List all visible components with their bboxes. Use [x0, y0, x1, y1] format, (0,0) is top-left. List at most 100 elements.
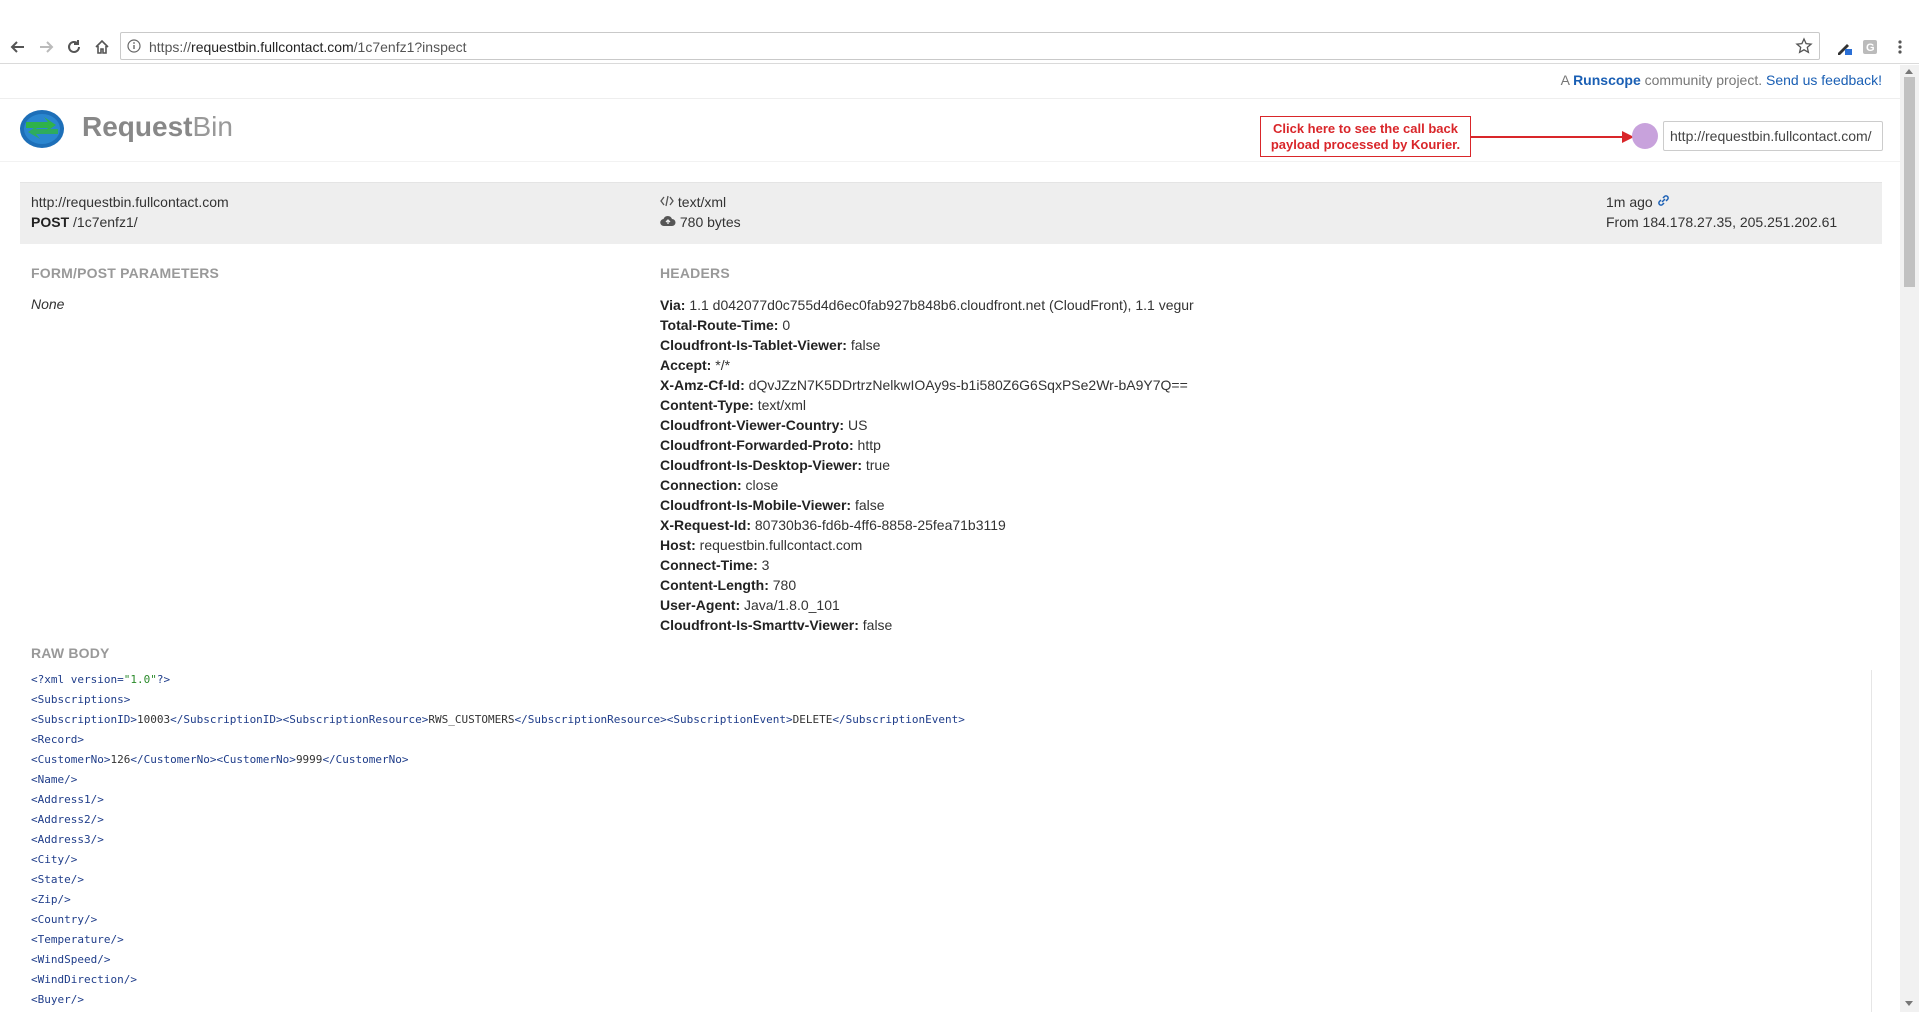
- xml-tag: <SubscriptionID>: [31, 713, 137, 726]
- bin-url-input[interactable]: http://requestbin.fullcontact.com/: [1663, 121, 1883, 151]
- header-bottom-divider: [0, 161, 1900, 162]
- header-value: 3: [761, 557, 770, 573]
- xml-line: <Country/>: [31, 910, 1871, 930]
- callout-annotation: Click here to see the call back payload …: [1260, 116, 1471, 157]
- header-value: 780: [772, 577, 797, 593]
- header-key: Cloudfront-Is-Desktop-Viewer:: [660, 457, 862, 473]
- menu-dots-icon[interactable]: [1890, 37, 1910, 57]
- xml-line: <Temperature/>: [31, 930, 1871, 950]
- header-value: http: [857, 437, 881, 453]
- browser-top-strip: [0, 0, 1919, 30]
- back-arrow-icon[interactable]: [6, 35, 30, 59]
- xml-tag: </CustomerNo>: [322, 753, 409, 766]
- header-key: Cloudfront-Is-Tablet-Viewer:: [660, 337, 847, 353]
- page-scrollbar[interactable]: [1900, 65, 1919, 1012]
- header-key: Cloudfront-Viewer-Country:: [660, 417, 845, 433]
- xml-line: <Address3/>: [31, 830, 1871, 850]
- header-value: false: [854, 497, 885, 513]
- page-content: A Runscope community project. Send us fe…: [0, 65, 1900, 1012]
- xml-lines: <Subscriptions> <SubscriptionID>10003 </Su…: [31, 690, 1871, 1010]
- summary-time: 1m ago: [1606, 194, 1670, 210]
- header-key: Via:: [660, 297, 686, 313]
- scroll-thumb[interactable]: [1904, 77, 1915, 287]
- time-value: 1m ago: [1606, 194, 1653, 210]
- svg-text:G: G: [1866, 42, 1875, 54]
- header-key: X-Amz-Cf-Id:: [660, 377, 745, 393]
- header-row: X-Amz-Cf-Id: dQvJZzN7K5DDrtrzNelkwIOAy9s…: [660, 375, 1660, 395]
- header-divider: [0, 98, 1900, 99]
- raw-body-block: <?xml version="1.0"?> <Subscriptions> <Su…: [24, 670, 1872, 1012]
- home-icon[interactable]: [90, 35, 114, 59]
- link-icon[interactable]: [1657, 194, 1670, 210]
- xml-line: <Zip/>: [31, 890, 1871, 910]
- runscope-link[interactable]: Runscope: [1573, 72, 1641, 88]
- header-value: close: [745, 477, 779, 493]
- xml-tag: <Address3/>: [31, 833, 104, 846]
- info-icon[interactable]: [127, 39, 141, 53]
- header-key: Total-Route-Time:: [660, 317, 779, 333]
- xml-tag: <WindDirection/>: [31, 973, 137, 986]
- form-params-heading: FORM/POST PARAMETERS: [31, 265, 220, 281]
- topline-community: community project.: [1644, 72, 1763, 88]
- header-key: Accept:: [660, 357, 712, 373]
- xml-tag: <Buyer/>: [31, 993, 84, 1006]
- header-key: Cloudfront-Is-Mobile-Viewer:: [660, 497, 852, 513]
- feedback-link[interactable]: Send us feedback!: [1766, 72, 1882, 88]
- header-key: Content-Type:: [660, 397, 754, 413]
- xml-tag: <City/>: [31, 853, 78, 866]
- scroll-down-arrow[interactable]: [1905, 1001, 1913, 1006]
- header-row: X-Request-Id: 80730b36-fd6b-4ff6-8858-25…: [660, 515, 1660, 535]
- address-bar[interactable]: https://requestbin.fullcontact.com/1c7en…: [120, 32, 1820, 60]
- xml-line: <State/>: [31, 870, 1871, 890]
- header-value: */*: [715, 357, 731, 373]
- g-extension-icon[interactable]: G: [1860, 37, 1880, 57]
- summary-path: /1c7enfz1/: [73, 214, 138, 230]
- header-row: Cloudfront-Viewer-Country: US: [660, 415, 1660, 435]
- brand-bold: Request: [82, 111, 193, 142]
- pen-icon[interactable]: [1834, 37, 1854, 57]
- header-value: true: [865, 457, 890, 473]
- xml-tag: <State/>: [31, 873, 84, 886]
- xml-tag: <Temperature/>: [31, 933, 124, 946]
- header-row: Content-Type: text/xml: [660, 395, 1660, 415]
- forward-arrow-icon[interactable]: [34, 35, 58, 59]
- xml-tag: </SubscriptionEvent>: [832, 713, 965, 726]
- xml-text: 126: [110, 753, 131, 766]
- bin-color-dot[interactable]: [1632, 123, 1658, 149]
- header-value: US: [847, 417, 868, 433]
- xml-tag: <Address2/>: [31, 813, 104, 826]
- header-row: Cloudfront-Is-Tablet-Viewer: false: [660, 335, 1660, 355]
- summary-content-type: text/xml: [660, 194, 726, 210]
- xml-tag: </CustomerNo><CustomerNo>: [130, 753, 296, 766]
- xml-line: <WindDirection/>: [31, 970, 1871, 990]
- summary-method: POST: [31, 214, 70, 230]
- header-key: User-Agent:: [660, 597, 741, 613]
- url-path: /1c7enfz1?inspect: [353, 39, 467, 55]
- form-params-value: None: [31, 296, 65, 312]
- xml-line: <Address1/>: [31, 790, 1871, 810]
- requestbin-logo[interactable]: [18, 108, 66, 150]
- brand-title[interactable]: RequestBin: [82, 111, 233, 143]
- scroll-up-arrow[interactable]: [1905, 69, 1913, 74]
- header-row: User-Agent: Java/1.8.0_101: [660, 595, 1660, 615]
- xml-decl-version: "1.0": [123, 673, 157, 686]
- top-community-line: A Runscope community project. Send us fe…: [1561, 72, 1882, 88]
- xml-text: 10003: [136, 713, 171, 726]
- header-row: Cloudfront-Is-Mobile-Viewer: false: [660, 495, 1660, 515]
- header-row: Cloudfront-Is-Desktop-Viewer: true: [660, 455, 1660, 475]
- reload-icon[interactable]: [62, 35, 86, 59]
- header-value: Java/1.8.0_101: [744, 597, 840, 613]
- address-url[interactable]: https://requestbin.fullcontact.com/1c7en…: [149, 39, 467, 55]
- summary-from: From 184.178.27.35, 205.251.202.61: [1606, 214, 1838, 230]
- xml-tag: <Subscriptions>: [31, 693, 131, 706]
- brand-light: Bin: [192, 111, 233, 142]
- xml-tag: <Name/>: [31, 773, 78, 786]
- xml-line: <Subscriptions>: [31, 690, 1871, 710]
- browser-toolbar: https://requestbin.fullcontact.com/1c7en…: [0, 30, 1919, 64]
- header-row: Content-Length: 780: [660, 575, 1660, 595]
- xml-declaration: <?xml version="1.0"?>: [31, 670, 1871, 690]
- raw-body-heading: RAW BODY: [31, 645, 110, 661]
- star-icon[interactable]: [1795, 37, 1813, 60]
- header-key: Host:: [660, 537, 696, 553]
- xml-line: <Address2/>: [31, 810, 1871, 830]
